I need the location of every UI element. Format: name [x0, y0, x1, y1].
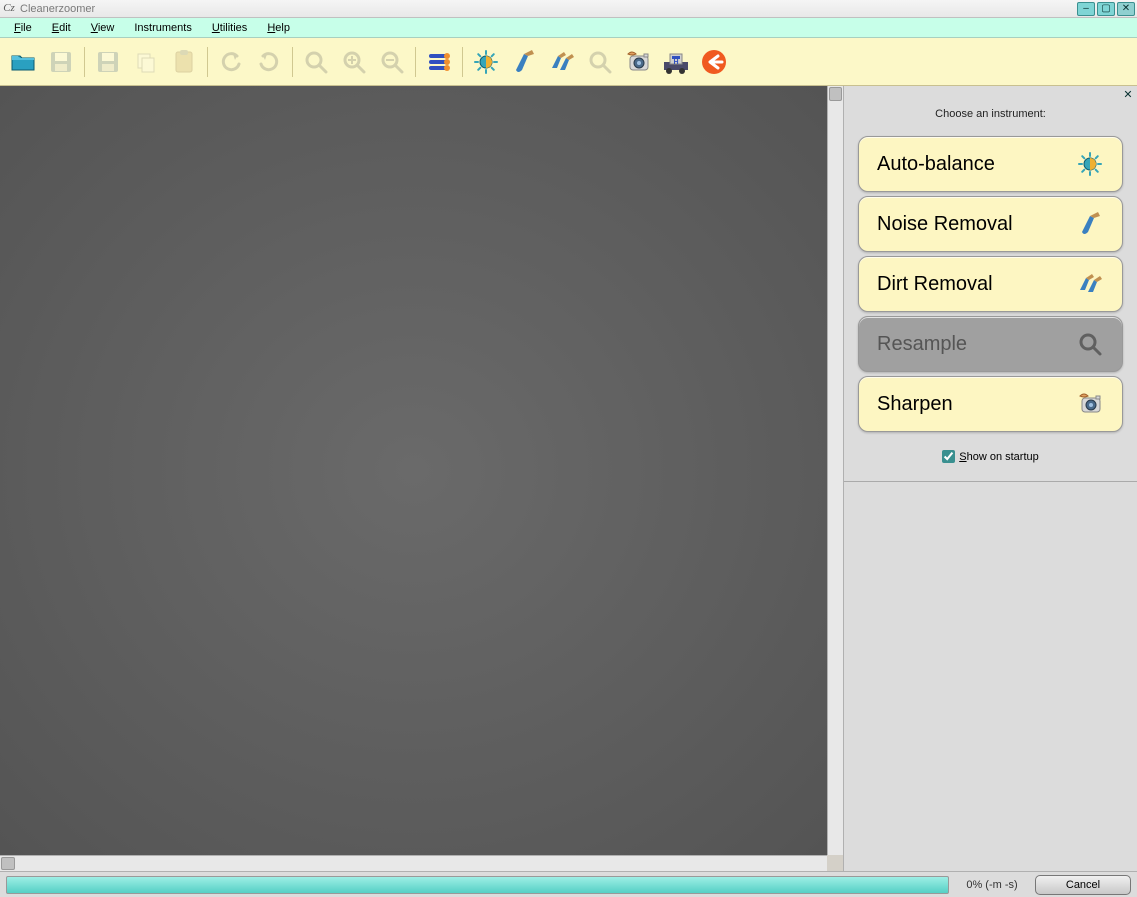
sharpen-icon — [1076, 390, 1104, 418]
canvas-scroll — [0, 86, 843, 855]
title-bar: Cz Cleanerzoomer – ▢ ✕ — [0, 0, 1137, 18]
resample-icon — [586, 48, 614, 76]
panel-divider — [844, 481, 1137, 482]
save-as-button — [91, 45, 125, 79]
auto-balance-icon — [472, 48, 500, 76]
dirt-removal-icon — [548, 48, 576, 76]
instrument-label: Dirt Removal — [877, 273, 993, 296]
menu-utilities[interactable]: Utilities — [202, 20, 257, 36]
menu-file[interactable]: File — [4, 20, 42, 36]
zoom-out-icon — [378, 48, 406, 76]
save-as-icon — [94, 48, 122, 76]
show-on-startup-row: Show on startup — [844, 450, 1137, 463]
zoom-fit-icon — [302, 48, 330, 76]
instrument-label: Auto-balance — [877, 153, 995, 176]
minimize-button[interactable]: – — [1077, 2, 1095, 16]
instrument-dirt-removal-button[interactable]: Dirt Removal — [858, 256, 1123, 312]
scrollbar-thumb[interactable] — [829, 87, 842, 101]
noise-removal-icon — [510, 48, 538, 76]
main-area: ✕ Choose an instrument: Auto-balance Nois… — [0, 86, 1137, 871]
canvas-viewport[interactable] — [0, 86, 827, 855]
toolbar-separator — [207, 47, 208, 77]
options-icon — [425, 48, 453, 76]
show-on-startup-checkbox[interactable] — [942, 450, 955, 463]
auto-balance-button[interactable] — [469, 45, 503, 79]
save-icon — [47, 48, 75, 76]
canvas-wrap — [0, 86, 843, 871]
dirt-removal-button[interactable] — [545, 45, 579, 79]
svg-text:H: H — [673, 59, 678, 66]
options-button[interactable] — [422, 45, 456, 79]
menu-bar: FileEditViewInstrumentsUtilitiesHelp — [0, 18, 1137, 38]
sharpen-button[interactable] — [621, 45, 655, 79]
zoom-fit-button — [299, 45, 333, 79]
app-icon: Cz — [2, 2, 16, 16]
menu-edit[interactable]: Edit — [42, 20, 81, 36]
save-button — [44, 45, 78, 79]
cancel-button[interactable]: Cancel — [1035, 875, 1131, 895]
zoom-in-button — [337, 45, 371, 79]
dirt-removal-icon — [1076, 270, 1104, 298]
back-arrow-button[interactable] — [697, 45, 731, 79]
instrument-auto-balance-button[interactable]: Auto-balance — [858, 136, 1123, 192]
toolbar-separator — [84, 47, 85, 77]
instrument-label: Resample — [877, 333, 967, 356]
scrollbar-thumb[interactable] — [1, 857, 15, 870]
horizontal-scrollbar[interactable] — [0, 855, 827, 871]
zoom-out-button — [375, 45, 409, 79]
close-button[interactable]: ✕ — [1117, 2, 1135, 16]
paste-icon — [170, 48, 198, 76]
batch-button[interactable]: H — [659, 45, 693, 79]
instrument-sharpen-button[interactable]: Sharpen — [858, 376, 1123, 432]
instrument-noise-removal-button[interactable]: Noise Removal — [858, 196, 1123, 252]
toolbar-separator — [415, 47, 416, 77]
instrument-label: Sharpen — [877, 393, 953, 416]
resample-icon — [1076, 330, 1104, 358]
status-bar: 0% (-m -s) Cancel — [0, 871, 1137, 897]
redo-icon — [255, 48, 283, 76]
noise-removal-button[interactable] — [507, 45, 541, 79]
sharpen-icon — [624, 48, 652, 76]
status-text: 0% (-m -s) — [957, 879, 1027, 891]
panel-title: Choose an instrument: — [844, 108, 1137, 120]
panel-close-icon[interactable]: ✕ — [1121, 88, 1135, 102]
instrument-label: Noise Removal — [877, 213, 1013, 236]
toolbar-separator — [292, 47, 293, 77]
open-folder-button[interactable] — [6, 45, 40, 79]
window-controls: – ▢ ✕ — [1077, 2, 1135, 16]
zoom-in-icon — [340, 48, 368, 76]
undo-button — [214, 45, 248, 79]
instrument-panel: ✕ Choose an instrument: Auto-balance Nois… — [843, 86, 1137, 871]
open-folder-icon — [9, 48, 37, 76]
toolbar: H — [0, 38, 1137, 86]
maximize-button[interactable]: ▢ — [1097, 2, 1115, 16]
progress-bar — [6, 876, 949, 894]
instrument-resample-button: Resample — [858, 316, 1123, 372]
batch-icon: H — [662, 48, 690, 76]
show-on-startup-label[interactable]: Show on startup — [959, 451, 1039, 463]
resample-button — [583, 45, 617, 79]
vertical-scrollbar[interactable] — [827, 86, 843, 855]
noise-removal-icon — [1076, 210, 1104, 238]
toolbar-separator — [462, 47, 463, 77]
app-title: Cleanerzoomer — [20, 3, 1077, 15]
back-arrow-icon — [700, 48, 728, 76]
menu-instruments[interactable]: Instruments — [124, 20, 201, 36]
copy-icon — [132, 48, 160, 76]
menu-view[interactable]: View — [81, 20, 125, 36]
menu-help[interactable]: Help — [257, 20, 300, 36]
paste-button — [167, 45, 201, 79]
copy-button — [129, 45, 163, 79]
undo-icon — [217, 48, 245, 76]
redo-button — [252, 45, 286, 79]
auto-balance-icon — [1076, 150, 1104, 178]
